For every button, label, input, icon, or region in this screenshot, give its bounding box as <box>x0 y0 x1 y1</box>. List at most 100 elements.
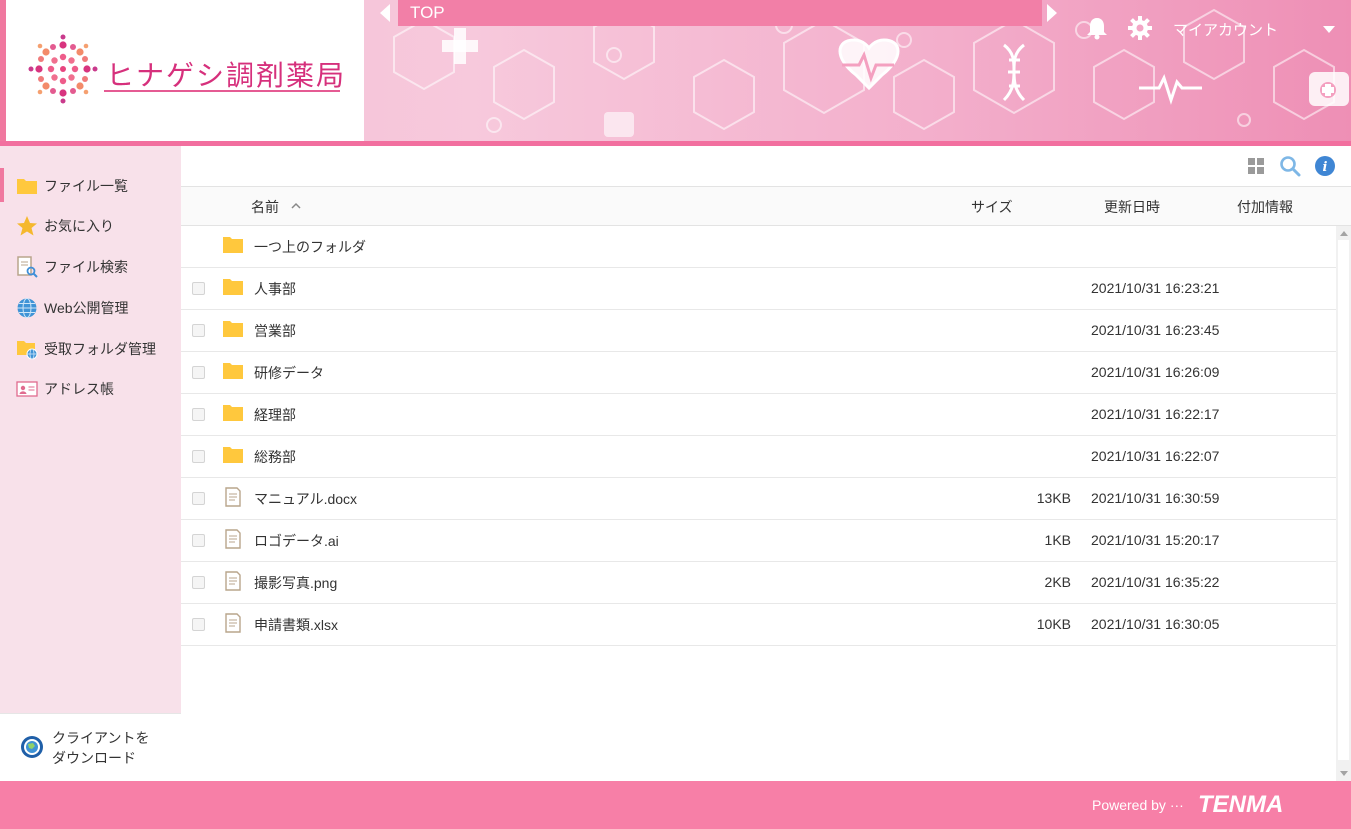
my-account-link[interactable]: マイアカウント <box>1173 19 1278 40</box>
sidebar-item-address-book[interactable]: アドレス帳 <box>0 369 181 407</box>
file-size: 1KB <box>1044 532 1071 548</box>
breadcrumb-back-arrow-icon[interactable] <box>380 4 390 22</box>
table-row[interactable]: ロゴデータ.ai 1KB 2021/10/31 15:20:17 <box>181 520 1336 562</box>
sidebar-item-file-list[interactable]: ファイル一覧 <box>0 166 181 204</box>
star-icon <box>17 216 37 236</box>
sidebar-item-web-publish[interactable]: Web公開管理 <box>0 288 181 326</box>
folder-icon <box>223 279 243 295</box>
file-size: 13KB <box>1036 490 1071 506</box>
address-card-icon <box>16 381 38 397</box>
folder-icon <box>223 363 243 379</box>
file-modified: 2021/10/31 16:22:17 <box>1091 406 1220 422</box>
table-row[interactable]: 申請書類.xlsx 10KB 2021/10/31 16:30:05 <box>181 604 1336 646</box>
svg-text:i: i <box>1323 160 1328 175</box>
document-icon <box>225 487 241 507</box>
scroll-up-arrow-icon[interactable] <box>1340 231 1348 236</box>
folder-globe-icon <box>17 341 38 360</box>
download-client-label: クライアントを ダウンロード <box>52 728 172 768</box>
bell-icon[interactable] <box>1086 16 1108 40</box>
download-client-label-line1: クライアントを <box>52 730 150 746</box>
sidebar-item-label: 受取フォルダ管理 <box>44 341 156 357</box>
table-row[interactable]: 人事部 2021/10/31 16:23:21 <box>181 268 1336 310</box>
file-modified: 2021/10/31 16:35:22 <box>1091 574 1220 590</box>
file-list-panel: i 名前 サイズ 更新日時 付加情報 一つ上のフォルダ 人事部 2021/10/… <box>181 146 1351 781</box>
table-row[interactable]: 営業部 2021/10/31 16:23:45 <box>181 310 1336 352</box>
folder-icon <box>17 179 37 194</box>
info-icon[interactable]: i <box>1314 155 1336 177</box>
table-row[interactable]: 経理部 2021/10/31 16:22:17 <box>181 394 1336 436</box>
column-name-header[interactable]: 名前 <box>251 197 279 217</box>
column-name-label: 名前 <box>251 199 279 215</box>
document-icon <box>225 529 241 549</box>
chevron-down-icon[interactable] <box>1323 26 1335 33</box>
download-client-label-line2: ダウンロード <box>52 750 136 766</box>
grid-view-icon[interactable] <box>1247 157 1265 175</box>
row-checkbox[interactable] <box>192 534 205 547</box>
file-size: 2KB <box>1044 574 1071 590</box>
logo-text: ヒナゲシ調剤薬局 <box>106 59 347 92</box>
row-checkbox[interactable] <box>192 450 205 463</box>
table-header: 名前 サイズ 更新日時 付加情報 <box>181 187 1351 226</box>
search-icon[interactable] <box>1279 155 1301 177</box>
sidebar-item-label: ファイル検索 <box>44 259 128 275</box>
sidebar-item-favorites[interactable]: お気に入り <box>0 206 181 244</box>
vertical-scrollbar[interactable] <box>1336 226 1351 781</box>
brand-logo: TENMA <box>1198 791 1284 818</box>
row-checkbox[interactable] <box>192 324 205 337</box>
file-size: 10KB <box>1036 616 1071 632</box>
scrollbar-thumb[interactable] <box>1338 240 1349 760</box>
file-name: マニュアル.docx <box>254 491 358 507</box>
breadcrumb[interactable]: TOP <box>398 0 1042 26</box>
table-row[interactable]: 研修データ 2021/10/31 16:26:09 <box>181 352 1336 394</box>
file-modified: 2021/10/31 16:23:45 <box>1091 322 1220 338</box>
file-modified: 2021/10/31 16:23:21 <box>1091 280 1220 296</box>
sort-ascending-icon[interactable] <box>291 201 301 211</box>
file-name: 営業部 <box>254 323 296 339</box>
sidebar-item-label: お気に入り <box>44 218 114 234</box>
file-name: 人事部 <box>254 281 296 297</box>
sidebar-item-label: アドレス帳 <box>44 381 114 397</box>
download-client-button[interactable]: クライアントを ダウンロード <box>0 713 181 781</box>
row-checkbox[interactable] <box>192 492 205 505</box>
column-size-header[interactable]: サイズ <box>971 197 1013 217</box>
document-icon <box>225 613 241 633</box>
logo-flower-icon <box>28 34 98 104</box>
row-checkbox[interactable] <box>192 282 205 295</box>
row-checkbox[interactable] <box>192 576 205 589</box>
file-modified: 2021/10/31 15:20:17 <box>1091 532 1220 548</box>
file-name: 研修データ <box>254 365 324 381</box>
sidebar-item-label: ファイル一覧 <box>44 178 128 194</box>
row-checkbox[interactable] <box>192 408 205 421</box>
company-logo[interactable]: ヒナゲシ調剤薬局 <box>0 0 364 141</box>
sidebar-item-receive-folder[interactable]: 受取フォルダ管理 <box>0 329 181 367</box>
parent-folder-row[interactable]: 一つ上のフォルダ <box>181 226 1336 268</box>
file-modified: 2021/10/31 16:22:07 <box>1091 448 1220 464</box>
breadcrumb-forward-arrow-icon[interactable] <box>1047 4 1057 22</box>
gear-icon[interactable] <box>1128 16 1152 40</box>
breadcrumb-current[interactable]: TOP <box>410 3 445 23</box>
folder-icon <box>223 447 243 463</box>
column-extra-info-header[interactable]: 付加情報 <box>1237 197 1293 217</box>
file-name: ロゴデータ.ai <box>254 533 339 549</box>
sidebar: ファイル一覧 お気に入り ファイル検索 Web公開管理 受取フォルダ管理 アドレ… <box>0 146 181 713</box>
row-checkbox[interactable] <box>192 618 205 631</box>
logo-underline <box>104 90 340 92</box>
download-globe-icon <box>21 736 43 758</box>
file-name: 経理部 <box>254 407 296 423</box>
file-search-icon <box>17 256 38 278</box>
table-row[interactable]: マニュアル.docx 13KB 2021/10/31 16:30:59 <box>181 478 1336 520</box>
file-name: 申請書類.xlsx <box>254 617 338 633</box>
sidebar-item-file-search[interactable]: ファイル検索 <box>0 247 181 285</box>
scroll-down-arrow-icon[interactable] <box>1340 771 1348 776</box>
footer: Powered by ··· TENMA <box>0 781 1351 829</box>
sidebar-item-label: Web公開管理 <box>44 300 129 316</box>
table-row[interactable]: 総務部 2021/10/31 16:22:07 <box>181 436 1336 478</box>
file-modified: 2021/10/31 16:26:09 <box>1091 364 1220 380</box>
app-header: ヒナゲシ調剤薬局 TOP マイアカウント <box>0 0 1351 146</box>
parent-folder-label: 一つ上のフォルダ <box>254 239 366 255</box>
file-name: 総務部 <box>254 449 296 465</box>
table-row[interactable]: 撮影写真.png 2KB 2021/10/31 16:35:22 <box>181 562 1336 604</box>
file-modified: 2021/10/31 16:30:05 <box>1091 616 1220 632</box>
column-modified-header[interactable]: 更新日時 <box>1104 197 1160 217</box>
row-checkbox[interactable] <box>192 366 205 379</box>
